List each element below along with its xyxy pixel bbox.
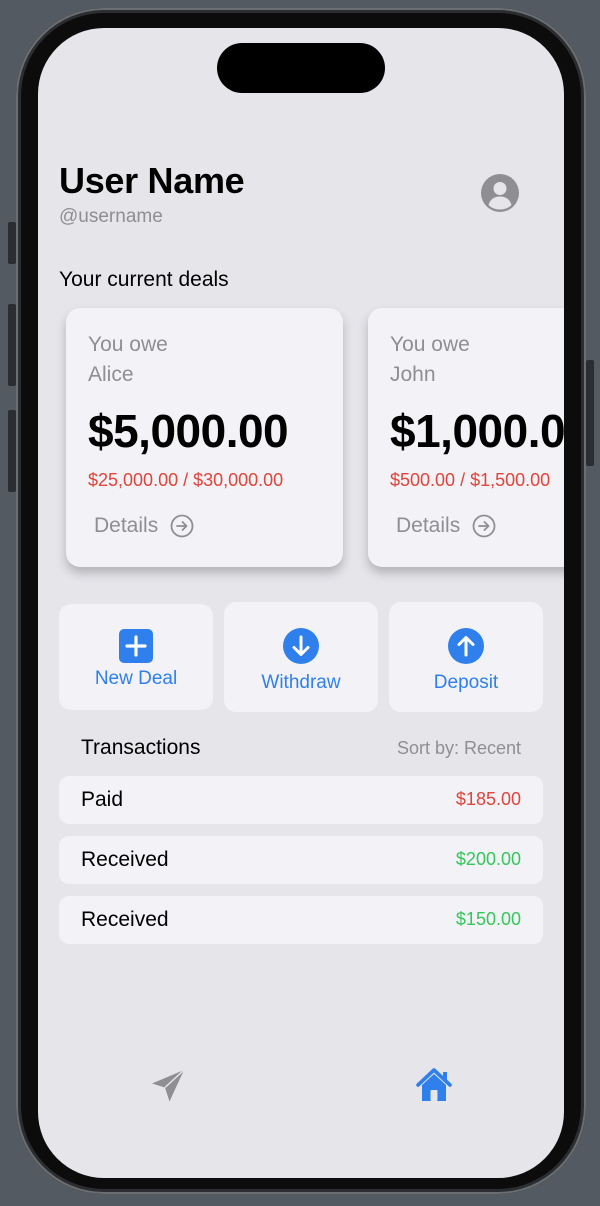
deals-section-title: Your current deals bbox=[59, 268, 229, 291]
volume-down-button bbox=[8, 410, 16, 492]
deal-owe-text: You owe John bbox=[390, 330, 470, 390]
transaction-row[interactable]: Received $200.00 bbox=[59, 836, 543, 884]
deal-owe-text: You owe Alice bbox=[88, 330, 168, 390]
transaction-type: Received bbox=[81, 848, 169, 871]
deal-details-label: Details bbox=[94, 514, 159, 537]
deal-owe-label: You owe bbox=[88, 333, 168, 356]
person-circle-icon[interactable] bbox=[481, 174, 519, 212]
transaction-amount: $150.00 bbox=[455, 909, 521, 929]
deal-counterparty-name: John bbox=[390, 363, 436, 386]
deal-details-label: Details bbox=[396, 514, 461, 537]
arrow-up-circle-icon bbox=[448, 628, 484, 664]
transaction-type: Paid bbox=[81, 788, 124, 811]
action-button bbox=[8, 222, 16, 264]
paper-plane-icon[interactable] bbox=[150, 1068, 186, 1104]
deal-amount: $1,000.00 bbox=[390, 405, 564, 457]
volume-up-button bbox=[8, 304, 16, 386]
transaction-type: Received bbox=[81, 908, 169, 931]
dynamic-island bbox=[217, 43, 385, 93]
house-icon[interactable] bbox=[414, 1066, 454, 1104]
deal-details-link[interactable]: Details bbox=[396, 514, 496, 538]
deal-counterparty-name: Alice bbox=[88, 363, 134, 386]
deal-amount: $5,000.00 bbox=[88, 405, 289, 457]
transaction-row[interactable]: Paid $185.00 bbox=[59, 776, 543, 824]
deal-progress: $25,000.00 / $30,000.00 bbox=[88, 470, 284, 490]
new-deal-label: New Deal bbox=[94, 668, 178, 689]
username-handle: @username bbox=[59, 206, 163, 227]
arrow-right-circle-icon bbox=[472, 514, 496, 538]
deal-progress: $500.00 / $1,500.00 bbox=[390, 470, 551, 490]
deal-card[interactable]: You owe Alice $5,000.00 $25,000.00 / $30… bbox=[66, 308, 343, 567]
deposit-label: Deposit bbox=[433, 672, 499, 693]
withdraw-button[interactable]: Withdraw bbox=[224, 602, 378, 712]
deposit-button[interactable]: Deposit bbox=[389, 602, 543, 712]
sort-button[interactable]: Sort by: Recent bbox=[397, 738, 521, 759]
plus-square-icon bbox=[119, 629, 153, 663]
arrow-right-circle-icon bbox=[170, 514, 194, 538]
app-screen: User Name @username Your current deals Y… bbox=[38, 28, 564, 1178]
deal-card[interactable]: You owe John $1,000.00 $500.00 / $1,500.… bbox=[368, 308, 564, 567]
power-button bbox=[586, 360, 594, 466]
transaction-row[interactable]: Received $150.00 bbox=[59, 896, 543, 944]
new-deal-button[interactable]: New Deal bbox=[59, 604, 213, 710]
user-name-title: User Name bbox=[59, 160, 245, 201]
deal-details-link[interactable]: Details bbox=[94, 514, 194, 538]
deal-owe-label: You owe bbox=[390, 333, 470, 356]
withdraw-label: Withdraw bbox=[261, 672, 341, 693]
transactions-title: Transactions bbox=[81, 736, 201, 759]
transaction-amount: $200.00 bbox=[455, 849, 521, 869]
transaction-amount: $185.00 bbox=[455, 789, 521, 809]
arrow-down-circle-icon bbox=[283, 628, 319, 664]
